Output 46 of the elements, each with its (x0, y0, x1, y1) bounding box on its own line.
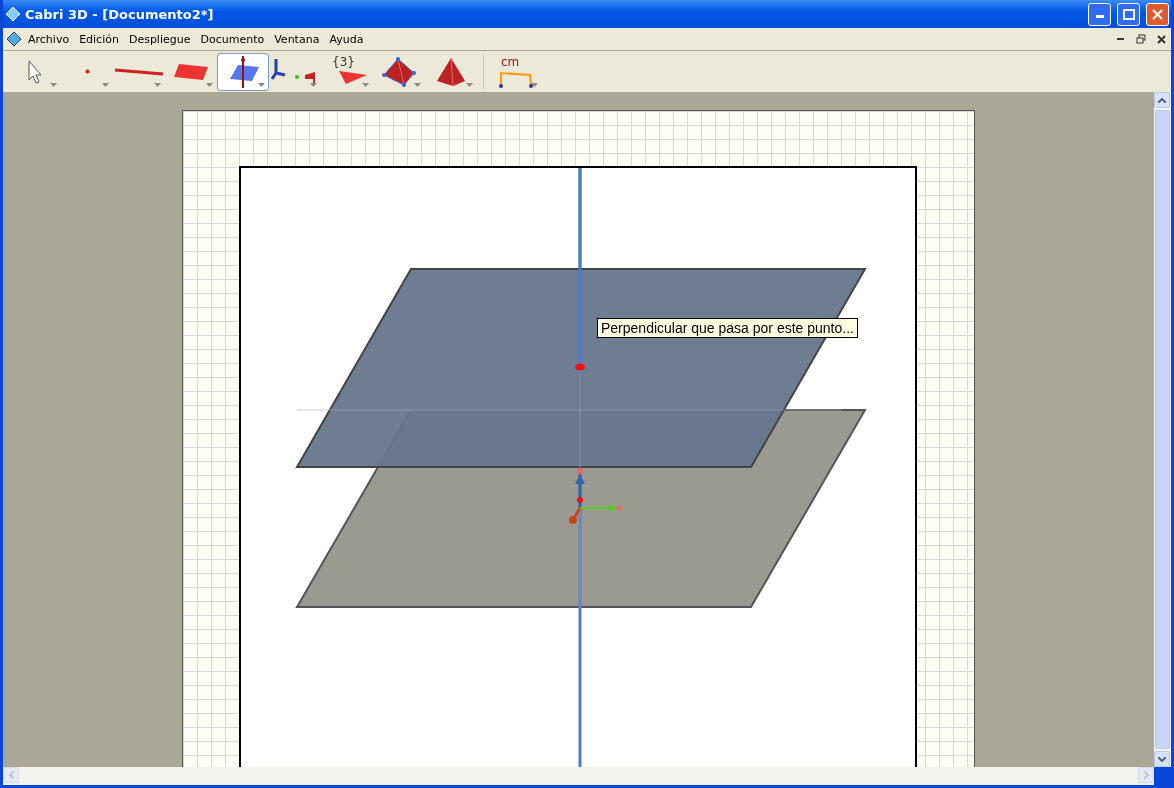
polygon-label: {3} (332, 54, 355, 69)
caret-icon (258, 82, 265, 87)
caret-icon (206, 82, 213, 87)
chevron-up-icon (1158, 97, 1166, 103)
caret-icon (310, 82, 317, 87)
vertical-scrollbar[interactable] (1154, 92, 1171, 767)
document-icon (6, 31, 22, 47)
app-icon (5, 6, 21, 22)
tooltip: Perpendicular que pasa por este punto... (597, 318, 858, 338)
tool-button[interactable] (217, 52, 269, 91)
maximize-button[interactable] (1117, 2, 1140, 26)
menu-item[interactable]: Documento (195, 32, 270, 46)
maximize-icon (1122, 8, 1135, 20)
minimize-button[interactable] (1088, 2, 1111, 26)
unit-label: cm (501, 54, 520, 69)
chevron-left-icon (8, 771, 14, 779)
chevron-right-icon (1143, 771, 1149, 779)
menu-item[interactable]: Ventana (269, 32, 325, 46)
tetrahedron-icon (382, 56, 416, 87)
caret-icon (154, 82, 161, 87)
close-icon (1156, 34, 1166, 44)
tool-button[interactable]: {3} (321, 52, 373, 91)
menu-item[interactable]: Edición (74, 32, 124, 46)
triangle-icon (338, 68, 368, 85)
pyramid-icon (436, 56, 466, 87)
menu-item[interactable]: Despliegue (123, 32, 196, 46)
scroll-down-button[interactable] (1154, 751, 1170, 767)
close-icon (1152, 8, 1163, 20)
line-icon (114, 67, 164, 76)
caret-icon (466, 82, 473, 87)
caret-icon (414, 82, 421, 87)
caret-icon (102, 82, 109, 87)
caret-icon (50, 82, 57, 87)
tool-button[interactable]: cm (490, 52, 542, 91)
restore-icon (1136, 34, 1146, 44)
plane-icon (173, 62, 209, 81)
caret-icon (531, 82, 538, 87)
point-icon (84, 69, 90, 74)
window-title: Cabri 3D - [Documento2*] (25, 6, 215, 22)
minimize-icon (1117, 37, 1125, 41)
scroll-up-button[interactable] (1154, 92, 1170, 108)
caret-icon (362, 82, 369, 87)
chevron-down-icon (1158, 756, 1166, 762)
menu-item[interactable]: Ayuda (324, 32, 369, 46)
menu-item[interactable]: Archivo (23, 32, 75, 46)
arrow-pointer-icon (27, 59, 43, 84)
